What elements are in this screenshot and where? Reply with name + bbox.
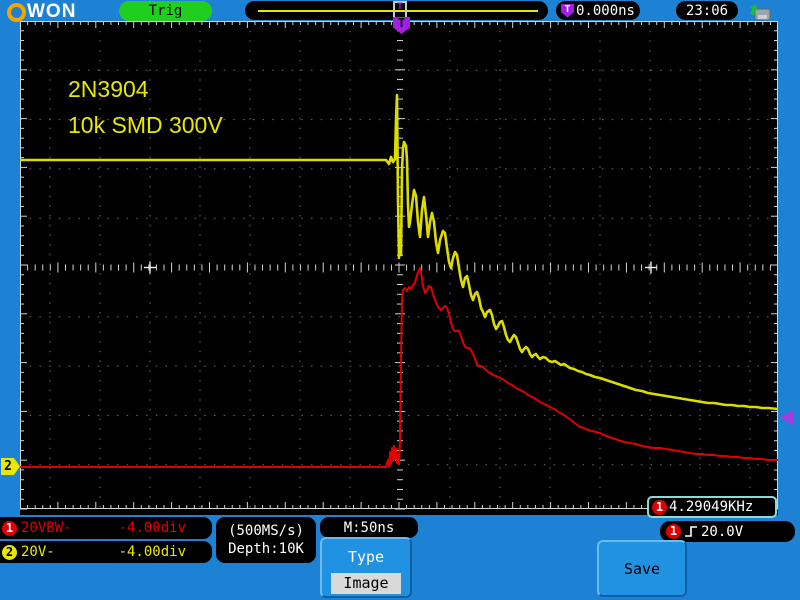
channel2-offset: -4.00div: [119, 544, 186, 560]
trigger-time-display: T 0.000ns: [556, 1, 640, 20]
rising-edge-icon: [684, 524, 698, 539]
owon-logo: WON: [7, 2, 76, 22]
annotation-line1: 2N3904: [68, 71, 223, 107]
acquisition-status: (500MS/s) Depth:10K: [216, 517, 316, 563]
trigger-time-value: 0.000ns: [576, 3, 635, 19]
trigger-settings-status: 1 20.0V: [660, 521, 795, 542]
channel1-status: 1 20VBW- -4.00div: [0, 517, 212, 539]
type-label: Type: [322, 548, 410, 566]
channel2-status: 2 20V- -4.00div: [0, 541, 212, 563]
timebase-status: M:50ns: [320, 517, 418, 538]
owon-ring-icon: [7, 3, 26, 22]
sample-rate: (500MS/s): [228, 523, 304, 539]
channel2-scale: 20V-: [21, 544, 55, 560]
trace-ch1: [20, 268, 778, 467]
trigger-level-marker: [780, 410, 793, 425]
annotation-text: 2N3904 10k SMD 300V: [68, 71, 223, 143]
usb-storage-icon: [749, 3, 773, 21]
trigger-t-icon: T: [561, 4, 574, 18]
trigger-source-badge: 1: [666, 524, 681, 539]
clock-display: 23:06: [676, 1, 738, 20]
type-menu-button[interactable]: Type Image: [320, 537, 412, 598]
trigger-status-badge: Trig: [119, 1, 212, 21]
channel1-offset: -4.00div: [119, 520, 186, 536]
channel1-badge: 1: [2, 521, 17, 536]
oscilloscope-screen: WON Trig T T 0.000ns 23:06 2N3904 10k SM…: [0, 0, 800, 600]
frequency-counter: 1 4.29049KHz: [647, 496, 777, 518]
trigger-level-value: 20.0V: [701, 524, 743, 540]
save-button[interactable]: Save: [597, 540, 687, 597]
owon-wordmark: WON: [27, 2, 76, 22]
channel2-position-marker: 2: [1, 458, 20, 475]
frequency-value: 4.29049KHz: [669, 499, 753, 515]
waveform-display: 2N3904 10k SMD 300V: [20, 21, 778, 515]
channel1-scale: 20VBW-: [21, 520, 72, 536]
channel1-badge: 1: [652, 500, 667, 515]
annotation-line2: 10k SMD 300V: [68, 107, 223, 143]
type-selected-value[interactable]: Image: [331, 573, 401, 594]
channel2-badge: 2: [2, 545, 17, 560]
record-depth: Depth:10K: [228, 541, 304, 557]
